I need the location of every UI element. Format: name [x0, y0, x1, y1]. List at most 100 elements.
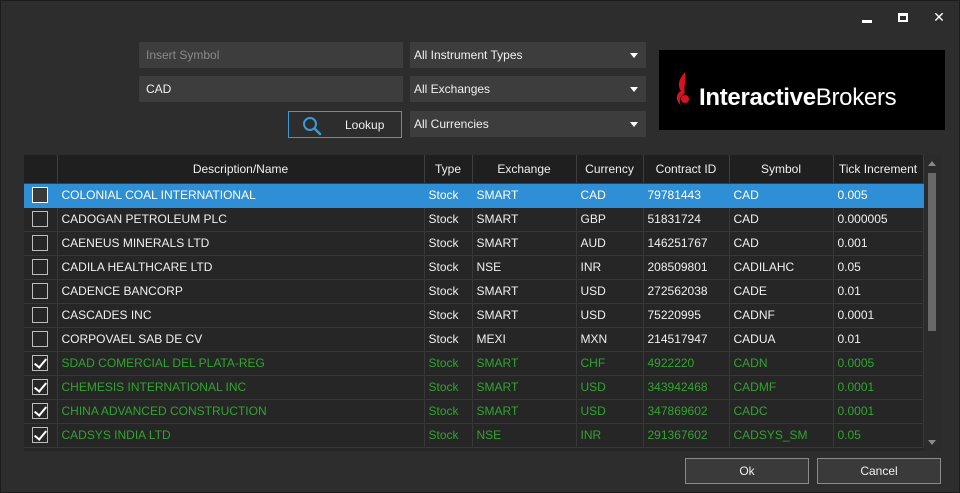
column-header-contract-id[interactable]: Contract ID — [643, 155, 730, 184]
contract-id-cell: 75220995 — [643, 303, 730, 328]
table-row[interactable]: SDAD COMERCIAL DEL PLATA-REG Stock SMART CH… — [24, 351, 924, 376]
contract-id-cell: 51831724 — [643, 207, 730, 232]
exchange-cell: SMART — [472, 399, 577, 424]
currency-cell: AUD — [576, 231, 644, 256]
table-body: COLONIAL COAL INTERNATIONAL Stock SMART CAD… — [24, 183, 924, 448]
type-cell: Stock — [424, 279, 473, 304]
exchange-cell: SMART — [472, 279, 577, 304]
table-row[interactable]: CASCADES INC Stock SMART USD 75220995 CADNF 0.… — [24, 303, 924, 328]
row-checkbox[interactable] — [32, 355, 49, 371]
column-header-tick-increment[interactable]: Tick Increment — [833, 155, 924, 184]
search-icon — [303, 117, 322, 136]
type-cell: Stock — [424, 351, 473, 376]
minimize-button[interactable] — [851, 5, 883, 29]
symbol-cell: CAD — [729, 183, 834, 208]
logo-text-brokers: Brokers — [815, 84, 897, 111]
dropdown-arrow-icon — [630, 87, 638, 92]
table-row[interactable]: CADILA HEALTHCARE LTD Stock NSE INR 20850980… — [24, 255, 924, 280]
column-header-exchange[interactable]: Exchange — [472, 155, 577, 184]
row-checkbox-cell — [24, 255, 58, 280]
symbol-cell: CADSYS_SM — [729, 423, 834, 448]
currency-cell: MXN — [576, 327, 644, 352]
contract-id-cell: 343942468 — [643, 375, 730, 400]
vertical-scrollbar[interactable] — [924, 155, 941, 451]
row-checkbox-cell — [24, 375, 58, 400]
scroll-down-arrow-icon[interactable] — [928, 440, 936, 445]
description-cell: CADSYS INDIA LTD — [57, 423, 425, 448]
row-checkbox-cell — [24, 183, 58, 208]
column-header-type[interactable]: Type — [424, 155, 473, 184]
table-row[interactable]: CADOGAN PETROLEUM PLC Stock SMART GBP 518317… — [24, 207, 924, 232]
results-table: Description/Name Type Exchange Currency … — [24, 155, 924, 448]
description-cell: CHEMESIS INTERNATIONAL INC — [57, 375, 425, 400]
symbol-input[interactable] — [139, 42, 403, 68]
exchange-cell: NSE — [472, 423, 577, 448]
row-checkbox[interactable] — [32, 187, 49, 203]
row-checkbox[interactable] — [32, 403, 49, 419]
table-row[interactable]: CHEMESIS INTERNATIONAL INC Stock SMART USD 3… — [24, 375, 924, 400]
contract-id-cell: 347869602 — [643, 399, 730, 424]
row-checkbox-cell — [24, 327, 58, 352]
instrument-type-select[interactable]: All Instrument Types — [410, 42, 646, 68]
row-checkbox[interactable] — [32, 427, 49, 443]
exchange-cell: SMART — [472, 207, 577, 232]
description-cell: CADENCE BANCORP — [57, 279, 425, 304]
ok-button[interactable]: Ok — [685, 458, 809, 484]
row-checkbox[interactable] — [32, 283, 49, 299]
currency-select[interactable]: All Currencies — [410, 111, 646, 137]
row-checkbox[interactable] — [32, 235, 49, 251]
table-row[interactable]: CORPOVAEL SAB DE CV Stock MEXI MXN 214517947… — [24, 327, 924, 352]
table-row[interactable]: COLONIAL COAL INTERNATIONAL Stock SMART CAD… — [24, 183, 924, 208]
title-bar: ✕ — [1, 1, 959, 33]
table-row[interactable]: CHINA ADVANCED CONSTRUCTION Stock SMART USD… — [24, 399, 924, 424]
description-cell: CASCADES INC — [57, 303, 425, 328]
type-cell: Stock — [424, 183, 473, 208]
description-cell: CORPOVAEL SAB DE CV — [57, 327, 425, 352]
exchange-select[interactable]: All Exchanges — [410, 76, 646, 102]
instrument-type-value: All Instrument Types — [414, 48, 523, 62]
interactive-brokers-logo: InteractiveBrokers — [659, 50, 945, 130]
type-cell: Stock — [424, 399, 473, 424]
tick-increment-cell: 0.0001 — [833, 303, 924, 328]
contract-search-window: ✕ Lookup All Instrument Types All Exchan… — [0, 0, 960, 493]
currency-cell: USD — [576, 399, 644, 424]
maximize-button[interactable] — [887, 5, 919, 29]
table-row[interactable]: CADSYS INDIA LTD Stock NSE INR 291367602 CADS… — [24, 423, 924, 448]
scroll-up-arrow-icon[interactable] — [928, 161, 936, 166]
row-checkbox[interactable] — [32, 211, 49, 227]
minimize-icon — [862, 19, 872, 23]
scrollbar-thumb[interactable] — [928, 173, 936, 331]
exchange-cell: SMART — [472, 303, 577, 328]
tick-increment-cell: 0.0001 — [833, 399, 924, 424]
exchange-cell: MEXI — [472, 327, 577, 352]
currency-value: All Currencies — [414, 117, 489, 131]
logo-wordmark: InteractiveBrokers — [699, 84, 897, 112]
cancel-button[interactable]: Cancel — [817, 458, 941, 484]
contract-id-cell: 146251767 — [643, 231, 730, 256]
row-checkbox-cell — [24, 207, 58, 232]
dropdown-arrow-icon — [630, 122, 638, 127]
row-checkbox-cell — [24, 231, 58, 256]
currency-cell: CAD — [576, 183, 644, 208]
row-checkbox-cell — [24, 423, 58, 448]
row-checkbox[interactable] — [32, 307, 49, 323]
name-input[interactable] — [139, 76, 403, 102]
lookup-button[interactable]: Lookup — [288, 111, 402, 138]
tick-increment-cell: 0.01 — [833, 279, 924, 304]
contract-id-cell: 4922220 — [643, 351, 730, 376]
row-checkbox[interactable] — [32, 259, 49, 275]
column-header-currency[interactable]: Currency — [576, 155, 644, 184]
table-row[interactable]: CADENCE BANCORP Stock SMART USD 272562038 CAD… — [24, 279, 924, 304]
type-cell: Stock — [424, 207, 473, 232]
row-checkbox-cell — [24, 279, 58, 304]
currency-cell: CHF — [576, 351, 644, 376]
close-button[interactable]: ✕ — [923, 5, 955, 29]
row-checkbox[interactable] — [32, 379, 49, 395]
table-row[interactable]: CAENEUS MINERALS LTD Stock SMART AUD 1462517… — [24, 231, 924, 256]
maximize-icon — [898, 12, 908, 22]
column-header-symbol[interactable]: Symbol — [729, 155, 834, 184]
tick-increment-cell: 0.0005 — [833, 351, 924, 376]
column-header-description[interactable]: Description/Name — [57, 155, 425, 184]
row-checkbox[interactable] — [32, 331, 49, 347]
row-checkbox-cell — [24, 399, 58, 424]
